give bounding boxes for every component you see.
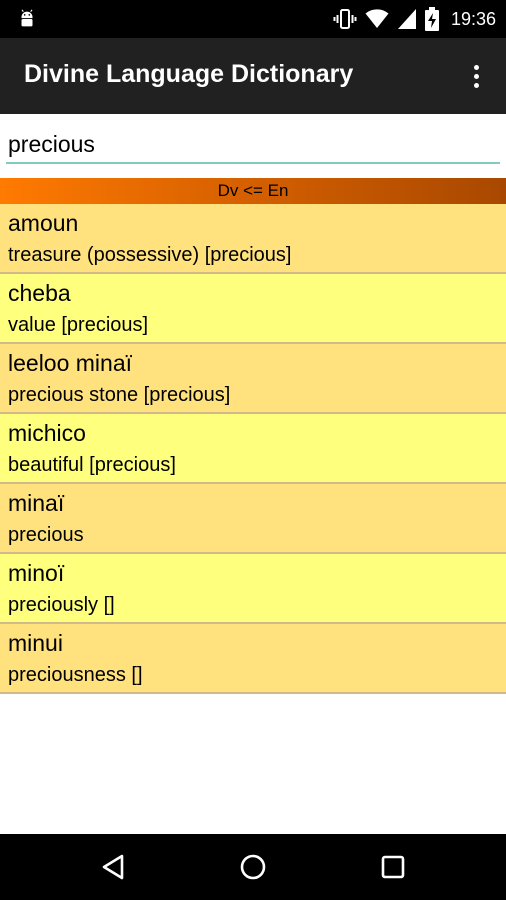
back-button[interactable]	[93, 847, 133, 887]
list-item[interactable]: leeloo minaï precious stone [precious]	[0, 344, 506, 414]
recents-button[interactable]	[373, 847, 413, 887]
home-button[interactable]	[233, 847, 273, 887]
menu-dot	[473, 64, 479, 70]
android-icon	[21, 9, 33, 27]
direction-header[interactable]: Dv <= En	[0, 178, 506, 204]
result-term: amoun	[8, 210, 79, 236]
result-term: leeloo minaï	[8, 350, 133, 376]
list-item[interactable]: minoï preciously []	[0, 554, 506, 624]
app-bar: Divine Language Dictionary	[0, 38, 506, 114]
result-term: minui	[8, 630, 63, 656]
vibrate-icon	[333, 9, 357, 29]
result-term: cheba	[8, 280, 71, 306]
results-list: amoun treasure (possessive) [precious] c…	[0, 204, 506, 694]
screen: 19:36 Divine Language Dictionary Dv <= E…	[0, 0, 506, 900]
menu-dot	[473, 73, 479, 79]
signal-icon	[397, 9, 416, 29]
result-meaning: treasure (possessive) [precious]	[8, 244, 292, 266]
list-item[interactable]: amoun treasure (possessive) [precious]	[0, 204, 506, 274]
result-meaning: value [precious]	[8, 314, 149, 336]
battery-charging-icon	[424, 7, 439, 31]
result-meaning: beautiful [precious]	[8, 454, 176, 476]
search-input[interactable]	[6, 130, 500, 164]
app-title: Divine Language Dictionary	[24, 60, 354, 88]
status-time: 19:36	[450, 8, 496, 29]
search-area	[0, 114, 506, 178]
back-icon	[102, 854, 124, 880]
list-item[interactable]: minui preciousness []	[0, 624, 506, 694]
result-term: minoï	[8, 560, 65, 586]
result-term: michico	[8, 420, 86, 446]
wifi-icon	[365, 9, 389, 28]
result-meaning: precious	[8, 524, 84, 546]
status-icons: 19:36	[333, 6, 496, 32]
status-bar: 19:36	[0, 0, 506, 38]
result-term: minaï	[8, 490, 65, 516]
result-meaning: preciously []	[8, 594, 115, 616]
home-icon	[240, 854, 266, 880]
list-item[interactable]: cheba value [precious]	[0, 274, 506, 344]
list-item[interactable]: michico beautiful [precious]	[0, 414, 506, 484]
menu-dot	[473, 82, 479, 88]
result-meaning: preciousness []	[8, 664, 143, 686]
recents-icon	[381, 855, 405, 879]
navigation-bar	[0, 834, 506, 900]
list-item[interactable]: minaï precious	[0, 484, 506, 554]
result-meaning: precious stone [precious]	[8, 384, 231, 406]
overflow-menu-icon[interactable]	[458, 58, 494, 94]
